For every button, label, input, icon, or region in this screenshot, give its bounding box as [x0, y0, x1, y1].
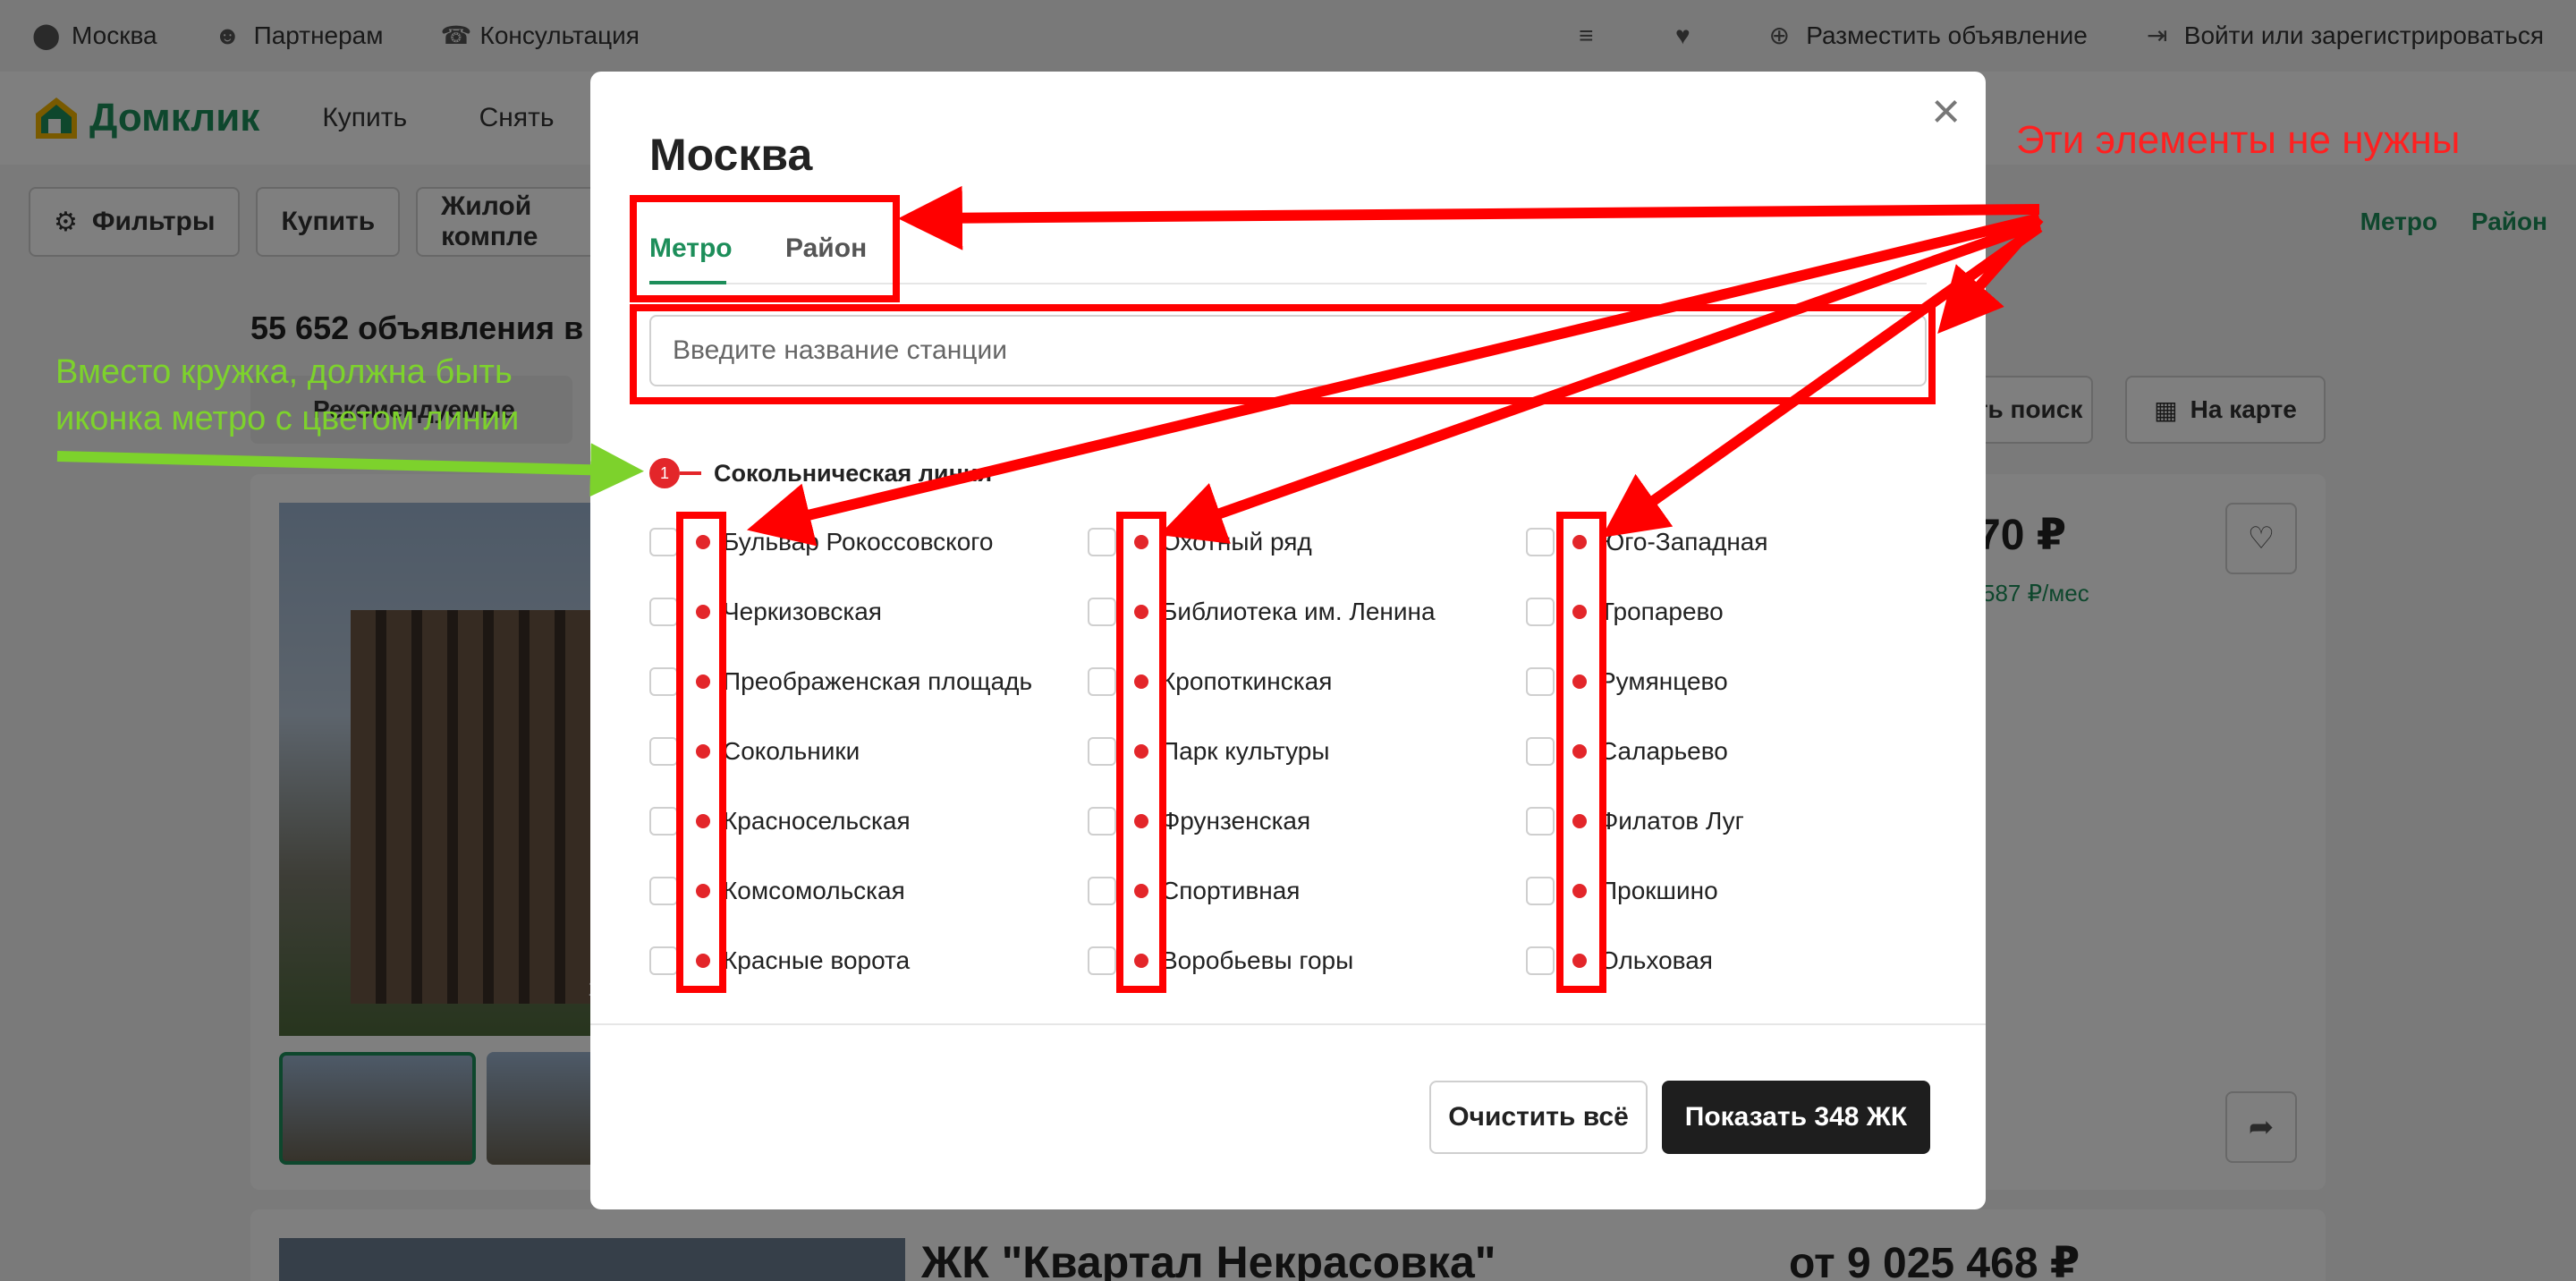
highlight-dots-col1	[676, 512, 726, 993]
annotation-red-note: Эти элементы не нужны	[2016, 118, 2461, 162]
highlight-search	[630, 304, 1936, 404]
annotation-layer	[56, 185, 2044, 993]
highlight-dots-col2	[1116, 512, 1166, 993]
arrow-to-col1	[747, 213, 2041, 547]
annotation-green-note: Вместо кружка, должна быть иконка метро …	[55, 353, 520, 437]
arrow-to-tabs	[898, 185, 2040, 250]
highlight-tabs	[630, 195, 900, 302]
highlight-dots-col3	[1556, 512, 1606, 993]
arrow-to-col2	[1159, 218, 2042, 544]
green-arrow	[56, 443, 644, 497]
